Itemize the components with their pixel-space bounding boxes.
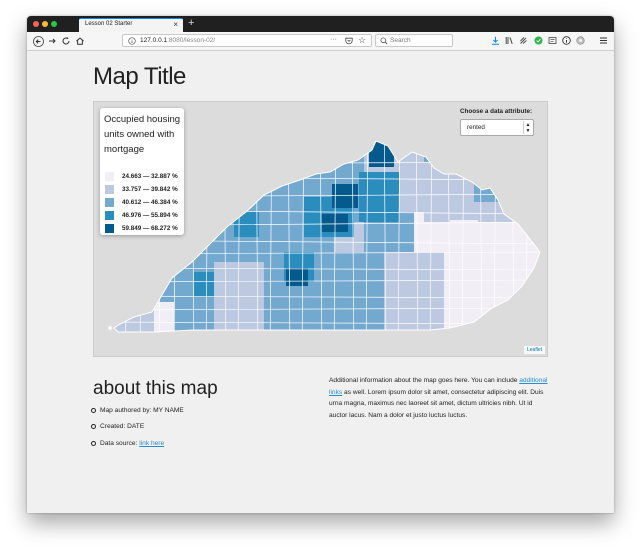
info-icon[interactable] <box>128 37 136 45</box>
legend-label: 40.612 — 46.384 % <box>122 199 178 206</box>
legend-swatch <box>105 224 114 233</box>
list-item-text: Map authored by: MY NAME <box>100 407 184 414</box>
legend-row: 33.757 — 39.842 % <box>105 185 178 194</box>
list-item: Created: DATE <box>91 423 144 430</box>
library-button[interactable] <box>504 35 515 46</box>
legend-swatch <box>105 185 114 194</box>
url-bar[interactable]: 127.0.0.1:8080/lesson-02/ ··· ☆ <box>122 34 372 47</box>
leaflet-attribution-link[interactable]: Leaflet <box>523 346 545 354</box>
extension-button-green[interactable] <box>533 35 544 46</box>
sync-tabs-icon <box>520 37 527 44</box>
downloads-button[interactable] <box>490 35 501 46</box>
extension-button-gray[interactable] <box>575 35 586 46</box>
list-item: Data source: link here <box>91 440 164 447</box>
pocket-icon[interactable] <box>345 37 353 45</box>
legend-label: 46.976 — 55.894 % <box>122 212 178 219</box>
legend-swatch <box>105 211 114 220</box>
legend-row: 40.612 — 46.384 % <box>105 198 178 207</box>
reader-view-icon <box>548 37 557 44</box>
description-text: Additional information about the map goe… <box>329 377 520 384</box>
reload-button[interactable] <box>60 35 72 47</box>
forward-button[interactable] <box>46 35 58 47</box>
legend-row: 24.663 — 32.887 % <box>105 172 178 181</box>
legend-label: 33.757 — 39.842 % <box>122 186 178 193</box>
extension-green-icon <box>534 36 543 45</box>
forward-arrow-icon <box>49 38 56 44</box>
description-paragraph: Additional information about the map goe… <box>329 375 549 421</box>
close-window-dot[interactable] <box>33 21 39 27</box>
select-arrow-icon: ▲ ▼ <box>523 121 532 134</box>
search-placeholder: Search <box>390 37 411 44</box>
attribute-label: Choose a data attribute: <box>460 108 533 115</box>
attribute-control: Choose a data attribute: rented ▲ ▼ <box>460 108 540 136</box>
menu-button[interactable] <box>598 35 609 46</box>
data-source-link[interactable]: link here <box>139 440 164 447</box>
download-icon <box>492 36 499 45</box>
extension-gray-icon <box>576 36 585 45</box>
tab-title: Lesson 02 Starter <box>85 21 133 27</box>
reload-icon <box>62 37 70 45</box>
bullet-icon <box>91 407 96 413</box>
legend-title: Occupied housing units owned with mortga… <box>104 114 181 155</box>
hamburger-menu-icon <box>600 37 607 44</box>
back-button[interactable] <box>32 35 44 47</box>
bookmark-star-icon[interactable]: ☆ <box>358 35 366 46</box>
map-legend: Occupied housing units owned with mortga… <box>100 108 184 235</box>
county-fulton-fragment[interactable] <box>108 326 112 330</box>
list-item-text: Data source: <box>100 440 140 447</box>
about-heading: about this map <box>93 378 218 399</box>
url-path: :8080/lesson-02/ <box>167 37 216 44</box>
tab-close-icon[interactable]: × <box>173 20 178 30</box>
description-text-continued: as well. Lorem ipsum dolor sit amet, con… <box>329 388 544 419</box>
sidebar-button[interactable] <box>518 35 529 46</box>
reader-button[interactable] <box>547 35 558 46</box>
legend-swatch <box>105 198 114 207</box>
extension-info-icon <box>562 36 571 45</box>
extension-button-info[interactable] <box>561 35 572 46</box>
page-content: Map Title Occupied housing units owned w… <box>27 51 614 513</box>
legend-swatch <box>105 172 114 181</box>
legend-label: 59.849 — 68.272 % <box>122 225 178 232</box>
search-bar[interactable]: Search <box>375 34 453 47</box>
page-actions-icon[interactable]: ··· <box>330 36 337 43</box>
back-arrow-icon <box>32 35 44 47</box>
browser-window: Lesson 02 Starter × + 127.0.0.1:8080/les… <box>27 16 614 513</box>
list-item-text: Created: DATE <box>100 423 145 430</box>
maximize-window-dot[interactable] <box>51 21 57 27</box>
tab-lesson-02[interactable]: Lesson 02 Starter × <box>79 18 183 32</box>
tab-bar: Lesson 02 Starter × + <box>27 16 614 32</box>
legend-row: 59.849 — 68.272 % <box>105 224 178 233</box>
home-icon <box>76 37 84 45</box>
legend-row: 46.976 — 55.894 % <box>105 211 178 220</box>
map-container[interactable]: Occupied housing units owned with mortga… <box>93 101 548 357</box>
list-item: Map authored by: MY NAME <box>91 407 184 414</box>
new-tab-button[interactable]: + <box>188 17 194 30</box>
page-title: Map Title <box>93 63 186 90</box>
navigation-toolbar: 127.0.0.1:8080/lesson-02/ ··· ☆ Search <box>27 32 614 51</box>
attribute-select[interactable]: rented ▲ ▼ <box>460 119 534 136</box>
bullet-icon <box>91 440 96 446</box>
attribute-selected-value: rented <box>467 124 485 131</box>
legend-label: 24.663 — 32.887 % <box>122 173 178 180</box>
search-icon <box>380 37 388 45</box>
bullet-icon <box>91 423 96 429</box>
library-icon <box>505 37 513 44</box>
url-text: 127.0.0.1:8080/lesson-02/ <box>140 37 215 44</box>
url-host: 127.0.0.1 <box>140 37 168 44</box>
minimize-window-dot[interactable] <box>42 21 48 27</box>
home-button[interactable] <box>74 35 86 47</box>
